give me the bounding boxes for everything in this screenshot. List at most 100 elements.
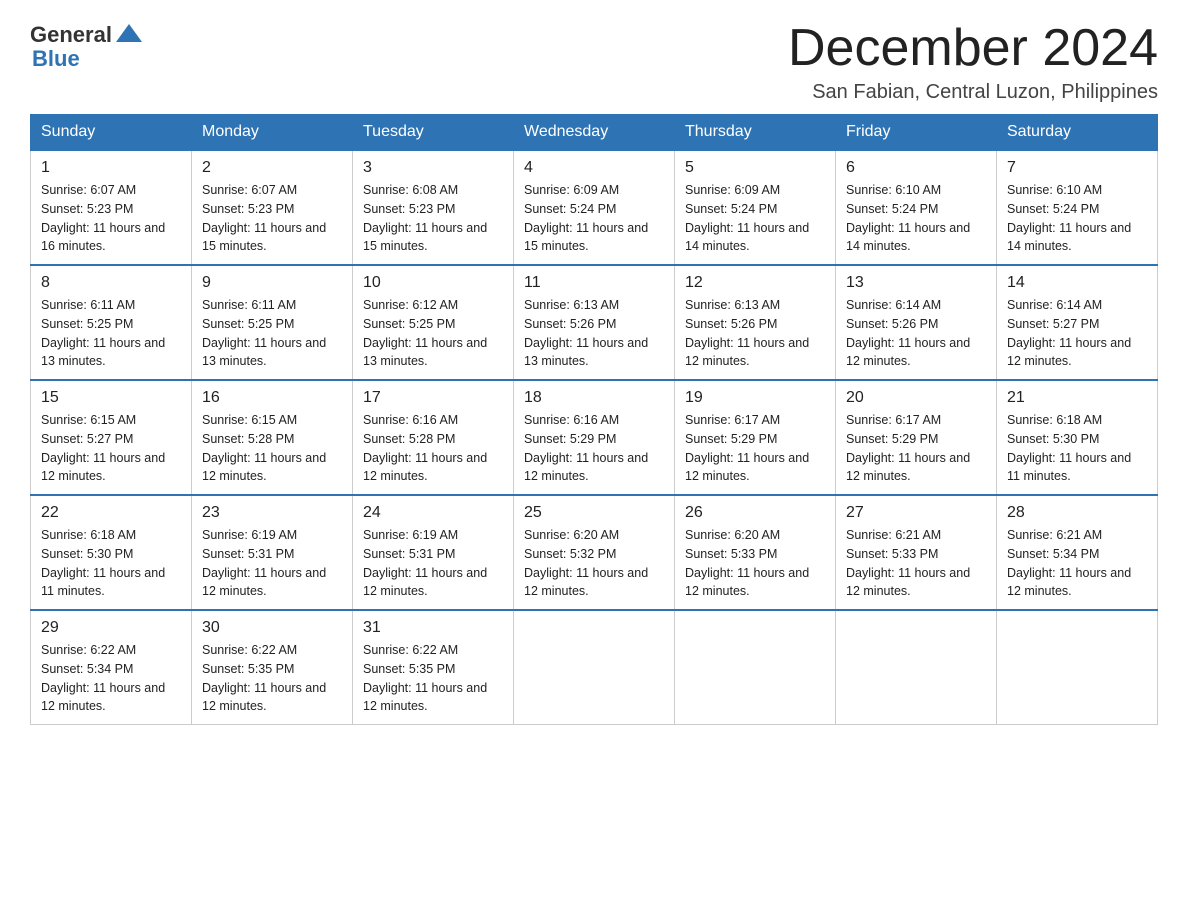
calendar-cell: 3 Sunrise: 6:08 AMSunset: 5:23 PMDayligh…	[353, 150, 514, 265]
day-number: 17	[363, 389, 503, 407]
day-info: Sunrise: 6:12 AMSunset: 5:25 PMDaylight:…	[363, 298, 487, 368]
day-info: Sunrise: 6:09 AMSunset: 5:24 PMDaylight:…	[685, 183, 809, 253]
calendar-cell: 30 Sunrise: 6:22 AMSunset: 5:35 PMDaylig…	[192, 610, 353, 725]
day-number: 9	[202, 274, 342, 292]
day-info: Sunrise: 6:09 AMSunset: 5:24 PMDaylight:…	[524, 183, 648, 253]
day-info: Sunrise: 6:19 AMSunset: 5:31 PMDaylight:…	[363, 528, 487, 598]
day-info: Sunrise: 6:13 AMSunset: 5:26 PMDaylight:…	[685, 298, 809, 368]
week-row-4: 22 Sunrise: 6:18 AMSunset: 5:30 PMDaylig…	[31, 495, 1158, 610]
calendar-cell: 2 Sunrise: 6:07 AMSunset: 5:23 PMDayligh…	[192, 150, 353, 265]
day-info: Sunrise: 6:11 AMSunset: 5:25 PMDaylight:…	[202, 298, 326, 368]
day-info: Sunrise: 6:21 AMSunset: 5:33 PMDaylight:…	[846, 528, 970, 598]
calendar-cell: 31 Sunrise: 6:22 AMSunset: 5:35 PMDaylig…	[353, 610, 514, 725]
day-info: Sunrise: 6:15 AMSunset: 5:28 PMDaylight:…	[202, 413, 326, 483]
logo-general-text: General	[30, 22, 112, 48]
calendar-cell: 6 Sunrise: 6:10 AMSunset: 5:24 PMDayligh…	[836, 150, 997, 265]
calendar-cell: 26 Sunrise: 6:20 AMSunset: 5:33 PMDaylig…	[675, 495, 836, 610]
calendar-cell: 8 Sunrise: 6:11 AMSunset: 5:25 PMDayligh…	[31, 265, 192, 380]
day-number: 23	[202, 504, 342, 522]
page-header: General Blue December 2024 San Fabian, C…	[30, 20, 1158, 104]
calendar-cell: 5 Sunrise: 6:09 AMSunset: 5:24 PMDayligh…	[675, 150, 836, 265]
logo-blue-text: Blue	[32, 46, 80, 72]
calendar-cell: 27 Sunrise: 6:21 AMSunset: 5:33 PMDaylig…	[836, 495, 997, 610]
day-number: 31	[363, 619, 503, 637]
calendar-cell: 23 Sunrise: 6:19 AMSunset: 5:31 PMDaylig…	[192, 495, 353, 610]
calendar-cell: 13 Sunrise: 6:14 AMSunset: 5:26 PMDaylig…	[836, 265, 997, 380]
day-info: Sunrise: 6:08 AMSunset: 5:23 PMDaylight:…	[363, 183, 487, 253]
day-info: Sunrise: 6:20 AMSunset: 5:32 PMDaylight:…	[524, 528, 648, 598]
calendar-cell: 10 Sunrise: 6:12 AMSunset: 5:25 PMDaylig…	[353, 265, 514, 380]
day-info: Sunrise: 6:15 AMSunset: 5:27 PMDaylight:…	[41, 413, 165, 483]
day-info: Sunrise: 6:22 AMSunset: 5:35 PMDaylight:…	[202, 643, 326, 713]
column-header-friday: Friday	[836, 115, 997, 151]
day-number: 18	[524, 389, 664, 407]
day-number: 10	[363, 274, 503, 292]
day-info: Sunrise: 6:18 AMSunset: 5:30 PMDaylight:…	[1007, 413, 1131, 483]
column-header-sunday: Sunday	[31, 115, 192, 151]
week-row-5: 29 Sunrise: 6:22 AMSunset: 5:34 PMDaylig…	[31, 610, 1158, 725]
day-info: Sunrise: 6:21 AMSunset: 5:34 PMDaylight:…	[1007, 528, 1131, 598]
day-number: 7	[1007, 159, 1147, 177]
day-number: 3	[363, 159, 503, 177]
day-number: 22	[41, 504, 181, 522]
calendar-cell: 4 Sunrise: 6:09 AMSunset: 5:24 PMDayligh…	[514, 150, 675, 265]
calendar-cell: 7 Sunrise: 6:10 AMSunset: 5:24 PMDayligh…	[997, 150, 1158, 265]
calendar-cell: 20 Sunrise: 6:17 AMSunset: 5:29 PMDaylig…	[836, 380, 997, 495]
week-row-1: 1 Sunrise: 6:07 AMSunset: 5:23 PMDayligh…	[31, 150, 1158, 265]
calendar-cell: 22 Sunrise: 6:18 AMSunset: 5:30 PMDaylig…	[31, 495, 192, 610]
day-number: 12	[685, 274, 825, 292]
calendar-cell: 29 Sunrise: 6:22 AMSunset: 5:34 PMDaylig…	[31, 610, 192, 725]
calendar-cell: 16 Sunrise: 6:15 AMSunset: 5:28 PMDaylig…	[192, 380, 353, 495]
day-info: Sunrise: 6:07 AMSunset: 5:23 PMDaylight:…	[202, 183, 326, 253]
column-header-thursday: Thursday	[675, 115, 836, 151]
day-number: 26	[685, 504, 825, 522]
day-info: Sunrise: 6:14 AMSunset: 5:26 PMDaylight:…	[846, 298, 970, 368]
day-number: 15	[41, 389, 181, 407]
calendar-cell: 25 Sunrise: 6:20 AMSunset: 5:32 PMDaylig…	[514, 495, 675, 610]
day-info: Sunrise: 6:22 AMSunset: 5:35 PMDaylight:…	[363, 643, 487, 713]
day-number: 16	[202, 389, 342, 407]
day-number: 19	[685, 389, 825, 407]
day-number: 28	[1007, 504, 1147, 522]
calendar-cell	[675, 610, 836, 725]
column-header-tuesday: Tuesday	[353, 115, 514, 151]
day-info: Sunrise: 6:10 AMSunset: 5:24 PMDaylight:…	[846, 183, 970, 253]
day-number: 2	[202, 159, 342, 177]
day-info: Sunrise: 6:17 AMSunset: 5:29 PMDaylight:…	[846, 413, 970, 483]
day-info: Sunrise: 6:22 AMSunset: 5:34 PMDaylight:…	[41, 643, 165, 713]
day-number: 4	[524, 159, 664, 177]
calendar-cell: 19 Sunrise: 6:17 AMSunset: 5:29 PMDaylig…	[675, 380, 836, 495]
calendar-cell: 14 Sunrise: 6:14 AMSunset: 5:27 PMDaylig…	[997, 265, 1158, 380]
calendar-cell: 24 Sunrise: 6:19 AMSunset: 5:31 PMDaylig…	[353, 495, 514, 610]
day-info: Sunrise: 6:20 AMSunset: 5:33 PMDaylight:…	[685, 528, 809, 598]
day-number: 6	[846, 159, 986, 177]
day-number: 1	[41, 159, 181, 177]
calendar-header-row: SundayMondayTuesdayWednesdayThursdayFrid…	[31, 115, 1158, 151]
day-number: 30	[202, 619, 342, 637]
calendar-cell: 1 Sunrise: 6:07 AMSunset: 5:23 PMDayligh…	[31, 150, 192, 265]
day-info: Sunrise: 6:07 AMSunset: 5:23 PMDaylight:…	[41, 183, 165, 253]
calendar-cell: 9 Sunrise: 6:11 AMSunset: 5:25 PMDayligh…	[192, 265, 353, 380]
week-row-2: 8 Sunrise: 6:11 AMSunset: 5:25 PMDayligh…	[31, 265, 1158, 380]
logo-icon	[114, 20, 144, 50]
day-info: Sunrise: 6:10 AMSunset: 5:24 PMDaylight:…	[1007, 183, 1131, 253]
location-title: San Fabian, Central Luzon, Philippines	[788, 81, 1158, 104]
calendar-cell: 12 Sunrise: 6:13 AMSunset: 5:26 PMDaylig…	[675, 265, 836, 380]
calendar-cell: 11 Sunrise: 6:13 AMSunset: 5:26 PMDaylig…	[514, 265, 675, 380]
day-info: Sunrise: 6:14 AMSunset: 5:27 PMDaylight:…	[1007, 298, 1131, 368]
day-info: Sunrise: 6:19 AMSunset: 5:31 PMDaylight:…	[202, 528, 326, 598]
calendar-cell	[836, 610, 997, 725]
day-number: 27	[846, 504, 986, 522]
day-number: 14	[1007, 274, 1147, 292]
day-info: Sunrise: 6:18 AMSunset: 5:30 PMDaylight:…	[41, 528, 165, 598]
day-number: 21	[1007, 389, 1147, 407]
day-number: 25	[524, 504, 664, 522]
column-header-wednesday: Wednesday	[514, 115, 675, 151]
calendar-cell	[514, 610, 675, 725]
month-title: December 2024	[788, 20, 1158, 77]
calendar-cell	[997, 610, 1158, 725]
day-number: 29	[41, 619, 181, 637]
title-block: December 2024 San Fabian, Central Luzon,…	[788, 20, 1158, 104]
day-number: 8	[41, 274, 181, 292]
calendar-table: SundayMondayTuesdayWednesdayThursdayFrid…	[30, 114, 1158, 725]
